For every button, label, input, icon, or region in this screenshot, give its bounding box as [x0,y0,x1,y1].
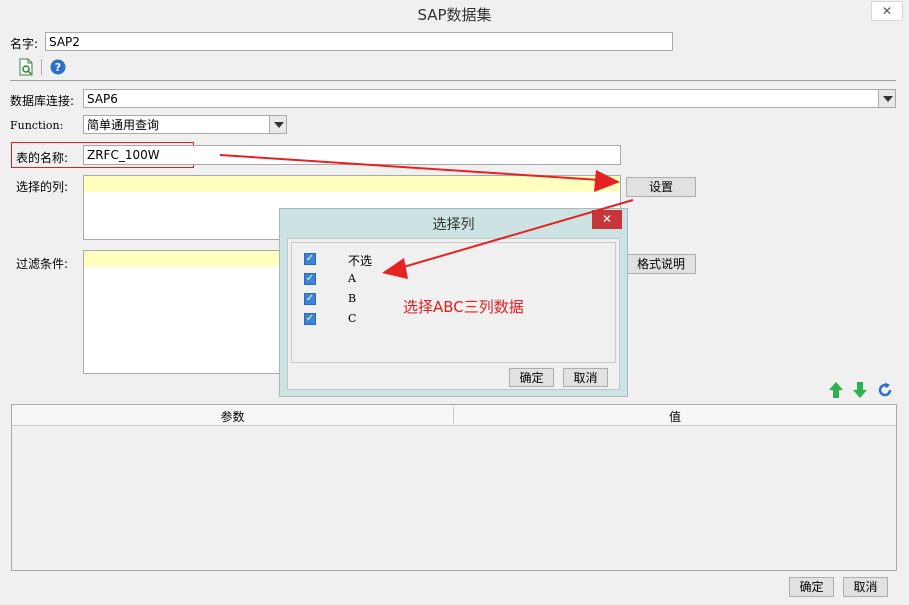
arrow-line-to-settings [219,154,601,181]
arrow-line-to-dialog [399,199,634,269]
arrow-head-to-settings [594,170,620,192]
annotation-note: 选择ABC三列数据 [403,298,524,316]
arrow-head-to-dialog [382,258,408,279]
